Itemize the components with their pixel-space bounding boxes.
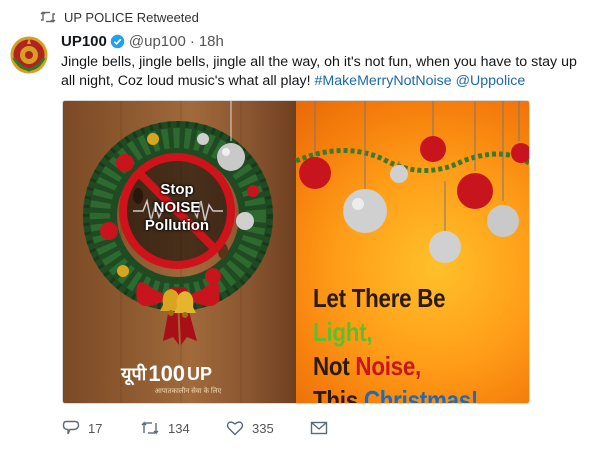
stop-line-3: Pollution (144, 217, 210, 234)
mention-link[interactable]: @Uppolice (456, 73, 526, 89)
reply-button[interactable]: 17 (62, 420, 140, 436)
author-handle[interactable]: @up100 (129, 33, 186, 50)
retweet-count: 134 (168, 420, 190, 436)
verified-badge-icon (110, 34, 125, 49)
avatar[interactable] (6, 32, 52, 78)
slogan-word-light: Light, (313, 317, 373, 347)
up100-logo: यूपी 100 UP (121, 361, 251, 387)
reply-icon (62, 420, 80, 436)
separator-dot: · (189, 32, 195, 50)
retweet-icon (40, 11, 56, 23)
logo-prefix: यूपी (121, 364, 147, 384)
heart-icon (226, 420, 244, 436)
ornaments-icon (295, 101, 529, 263)
author-name[interactable]: UP100 (61, 33, 107, 50)
hashtag-link[interactable]: #MakeMerryNotNoise (314, 73, 451, 89)
logo-suffix: UP (187, 363, 213, 384)
christmas-slogan: Let There Be Light, Not Noise, This Chri… (313, 281, 494, 404)
slogan-word-noise: Noise, (355, 351, 421, 381)
slogan-line-3-text: This (313, 385, 364, 404)
tweet-action-bar: 17 134 335 (62, 418, 328, 438)
slogan-word-christmas: Christmas! (363, 385, 479, 404)
retweet-header-label[interactable]: UP POLICE Retweeted (64, 10, 199, 25)
logo-number: 100 (148, 361, 186, 386)
like-count: 335 (252, 420, 274, 436)
author-line: UP100 @up100 · 18h (61, 31, 224, 51)
logo-tagline: आपातकालीन सेवा के लिए (154, 388, 222, 395)
tweet-media-card[interactable]: Stop NOISE Pollution यूपी 100 UP आपातकाल… (62, 100, 530, 404)
retweet-action-icon (140, 421, 160, 435)
slogan-line-3: This Christmas! (313, 383, 494, 404)
bow-icon (136, 282, 220, 345)
stop-line-1: Stop (160, 181, 194, 198)
slogan-line-2-text: Not (313, 351, 356, 381)
stop-noise-pollution-label: Stop NOISE Pollution (131, 181, 223, 235)
slogan-line-1-text: Let There Be (313, 283, 446, 313)
up-police-emblem-icon (7, 33, 51, 77)
direct-message-button[interactable] (310, 421, 328, 435)
tweet-text: Jingle bells, jingle bells, jingle all t… (61, 53, 589, 91)
tweet-timestamp[interactable]: 18h (199, 33, 224, 50)
slogan-line-2: Not Noise, (313, 349, 494, 383)
retweet-button[interactable]: 134 (140, 421, 226, 436)
stop-line-2: NOISE (153, 199, 201, 216)
like-button[interactable]: 335 (226, 420, 310, 436)
envelope-icon (310, 421, 328, 435)
reply-count: 17 (88, 420, 103, 436)
retweet-header: UP POLICE Retweeted (40, 8, 199, 26)
slogan-line-1: Let There Be Light, (313, 281, 494, 349)
